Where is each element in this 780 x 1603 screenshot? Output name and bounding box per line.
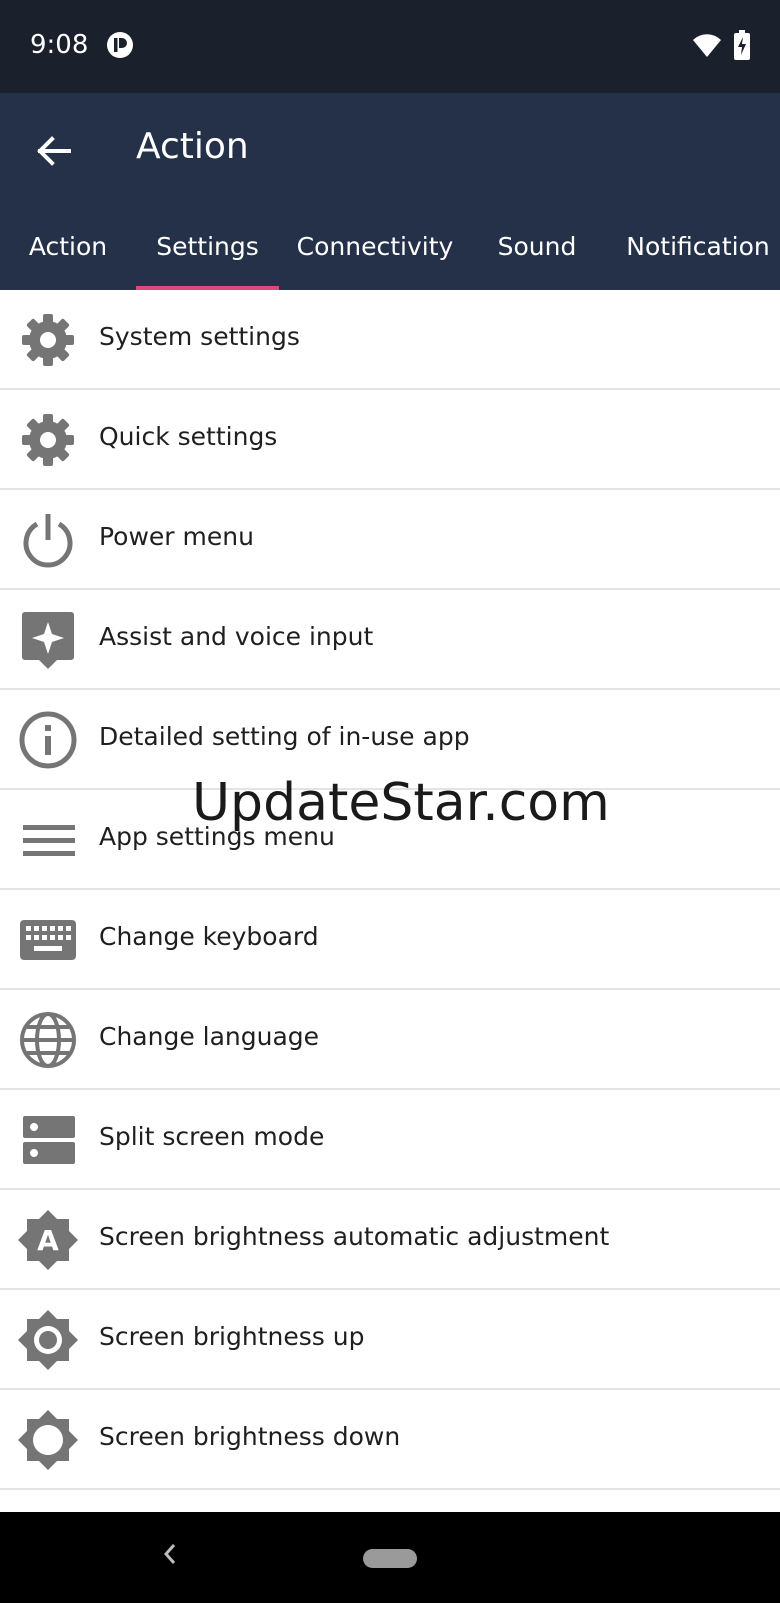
system-nav-bar — [0, 1512, 780, 1603]
watermark: UpdateStar.com — [192, 773, 610, 833]
list-item-brightness-down[interactable]: Screen brightness down — [0, 1390, 780, 1490]
list-item-system-settings[interactable]: System settings — [0, 290, 780, 390]
tab-bar: Action Settings Connectivity Sound Notif… — [0, 203, 780, 290]
back-button[interactable] — [22, 123, 86, 183]
list-item-power-menu[interactable]: Power menu — [0, 490, 780, 590]
battery-charging-icon — [734, 30, 750, 60]
nav-home-pill[interactable] — [363, 1549, 417, 1568]
tab-action[interactable]: Action — [0, 203, 136, 290]
list-item-label: System settings — [99, 322, 300, 351]
list-item-partial — [0, 1490, 780, 1512]
list-item-brightness-auto[interactable]: A Screen brightness automatic adjustment — [0, 1190, 780, 1290]
gear-icon — [18, 410, 78, 470]
split-screen-icon — [18, 1110, 78, 1170]
globe-icon — [18, 1010, 78, 1070]
list-item-label: Power menu — [99, 522, 254, 551]
list-item-quick-settings[interactable]: Quick settings — [0, 390, 780, 490]
brightness-down-icon — [18, 1410, 78, 1470]
list-item-label: Change language — [99, 1022, 320, 1051]
app-notification-icon — [106, 31, 134, 59]
list-item-label: Split screen mode — [99, 1122, 325, 1151]
list-item-split-screen[interactable]: Split screen mode — [0, 1090, 780, 1190]
brightness-up-icon — [18, 1310, 78, 1370]
page-title: Action — [136, 126, 249, 167]
list-item-change-language[interactable]: Change language — [0, 990, 780, 1090]
list-item-assist-voice[interactable]: Assist and voice input — [0, 590, 780, 690]
brightness-auto-icon: A — [18, 1210, 78, 1270]
list-item-label: Detailed setting of in-use app — [99, 722, 470, 751]
tab-sound[interactable]: Sound — [471, 203, 603, 290]
list-item-label: Assist and voice input — [99, 622, 374, 651]
list-item-label: Screen brightness down — [99, 1422, 401, 1451]
keyboard-icon — [18, 910, 78, 970]
list-item-label: Change keyboard — [99, 922, 319, 951]
list-item-label: Quick settings — [99, 422, 278, 451]
list-item-brightness-up[interactable]: Screen brightness up — [0, 1290, 780, 1390]
list-item-label: Screen brightness up — [99, 1322, 365, 1351]
app-bar: Action Action Settings Connectivity Soun… — [0, 93, 780, 290]
svg-text:A: A — [37, 1224, 59, 1257]
info-icon — [18, 710, 78, 770]
list-item-change-keyboard[interactable]: Change keyboard — [0, 890, 780, 990]
tab-notification[interactable]: Notification — [603, 203, 780, 290]
tab-settings[interactable]: Settings — [136, 203, 279, 290]
assistant-icon — [18, 610, 78, 670]
arrow-left-icon — [37, 136, 71, 170]
tab-connectivity[interactable]: Connectivity — [279, 203, 471, 290]
status-bar: 9:08 — [0, 0, 780, 93]
power-icon — [18, 510, 78, 570]
list-item-label: Screen brightness automatic adjustment — [99, 1222, 610, 1251]
menu-icon — [18, 810, 78, 870]
status-time: 9:08 — [30, 30, 89, 60]
gear-icon — [18, 310, 78, 370]
chevron-left-icon — [162, 1542, 178, 1570]
wifi-icon — [692, 32, 722, 58]
nav-back-button[interactable] — [152, 1536, 188, 1576]
